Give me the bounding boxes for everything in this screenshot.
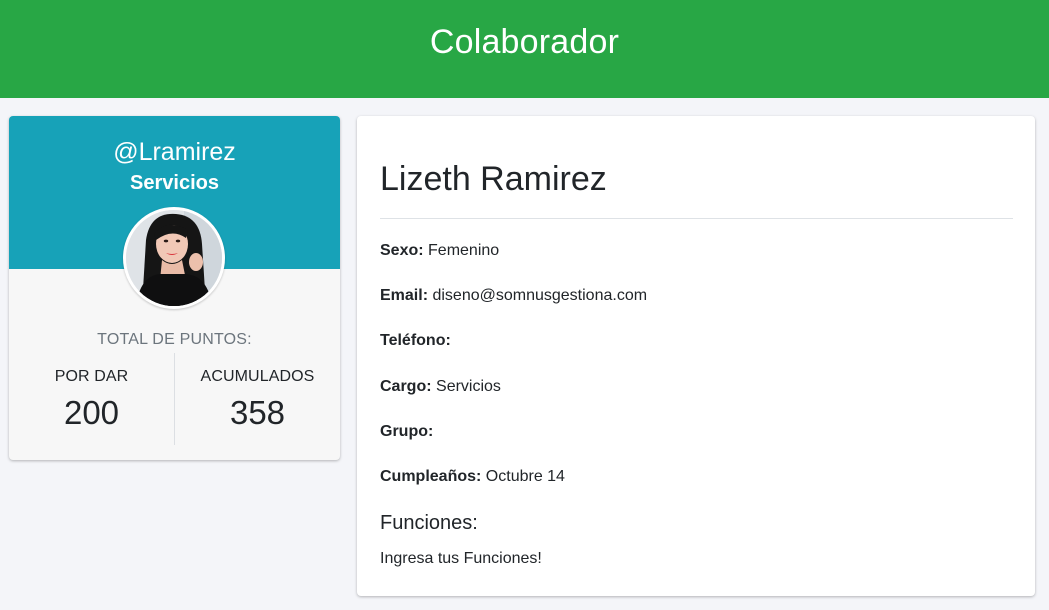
field-label: Teléfono: (380, 332, 451, 349)
funciones-title: Funciones: (380, 512, 478, 534)
field-value: Servicios (436, 378, 501, 395)
funciones-text: Ingresa tus Funciones! (380, 550, 542, 567)
field-email: Email: diseno@somnusgestiona.com (380, 287, 647, 305)
detail-card: Lizeth Ramirez Sexo: Femenino Email: dis… (357, 116, 1035, 596)
profile-card: @Lramirez Servicios TOTAL DE PUNTOS: POR… (9, 116, 340, 460)
points-to-give-value: 200 (63, 394, 120, 431)
full-name: Lizeth Ramirez (380, 160, 607, 198)
page-title: Colaborador (429, 22, 620, 61)
avatar (123, 207, 225, 309)
field-label: Cargo: (380, 378, 432, 395)
points-to-give-label: POR DAR (54, 368, 129, 385)
points-accumulated-label: ACUMULADOS (200, 368, 315, 385)
field-telefono: Teléfono: (380, 332, 451, 350)
field-grupo: Grupo: (380, 423, 433, 441)
total-points-title: TOTAL DE PUNTOS: (97, 331, 252, 348)
points-accumulated: ACUMULADOS 358 (174, 353, 340, 445)
username: @Lramirez (113, 138, 236, 166)
field-label: Sexo: (380, 242, 424, 259)
field-label: Email: (380, 287, 429, 304)
department-label: Servicios (130, 172, 219, 194)
field-value: diseno@somnusgestiona.com (432, 287, 648, 304)
field-cumpleanos: Cumpleaños: Octubre 14 (380, 468, 565, 486)
field-label: Grupo: (380, 423, 434, 440)
points-accumulated-value: 358 (229, 394, 286, 431)
points-to-give: POR DAR 200 (9, 353, 174, 445)
avatar-photo-icon (126, 210, 222, 306)
field-value: Octubre 14 (485, 468, 565, 485)
field-value: Femenino (428, 242, 500, 259)
field-sexo: Sexo: Femenino (380, 242, 499, 260)
divider (380, 218, 1013, 219)
field-cargo: Cargo: Servicios (380, 378, 501, 396)
field-label: Cumpleaños: (380, 468, 482, 485)
top-header-bar: Colaborador (0, 0, 1049, 98)
